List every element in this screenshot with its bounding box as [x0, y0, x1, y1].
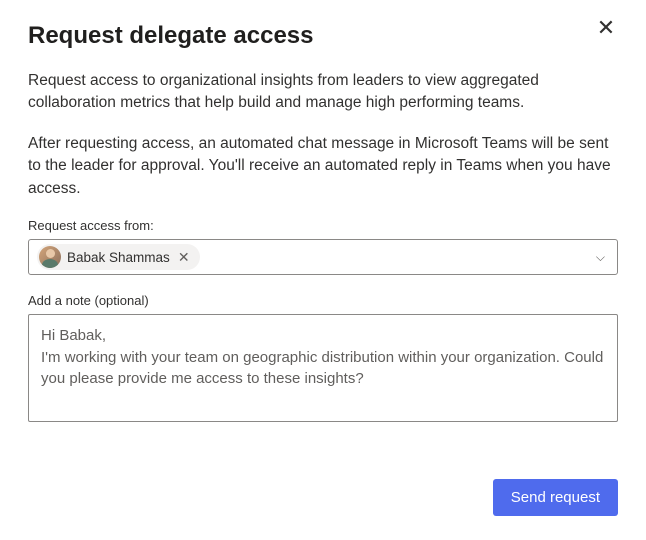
- dialog-title: Request delegate access: [28, 22, 618, 50]
- access-from-picker[interactable]: Babak Shammas ✕ ⌵: [28, 239, 618, 275]
- avatar: [39, 246, 61, 268]
- dialog-footer: Send request: [493, 479, 618, 516]
- chevron-down-icon: ⌵: [596, 250, 609, 265]
- close-button[interactable]: ✕: [590, 12, 622, 44]
- access-from-label: Request access from:: [28, 218, 618, 233]
- send-request-button[interactable]: Send request: [493, 479, 618, 516]
- dialog-description-2: After requesting access, an automated ch…: [28, 133, 618, 200]
- dialog-description-1: Request access to organizational insight…: [28, 70, 618, 115]
- person-chip[interactable]: Babak Shammas ✕: [37, 244, 200, 270]
- remove-icon: ✕: [178, 249, 190, 265]
- close-icon: ✕: [597, 15, 615, 41]
- note-textarea[interactable]: Hi Babak, I'm working with your team on …: [28, 314, 618, 421]
- note-label: Add a note (optional): [28, 293, 618, 308]
- chip-remove-button[interactable]: ✕: [176, 249, 192, 266]
- chip-name: Babak Shammas: [67, 250, 170, 265]
